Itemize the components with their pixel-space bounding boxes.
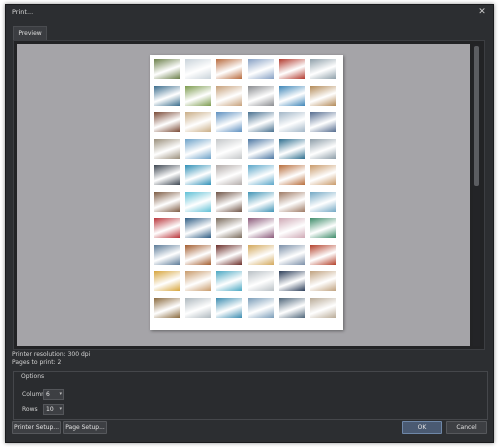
- printer-resolution-text: Printer resolution: 300 dpi: [12, 351, 91, 358]
- photo-thumbnail: [185, 59, 212, 79]
- print-dialog: Print... ✕ Preview Printer resolution: 3…: [5, 4, 494, 443]
- photo-thumbnail: [154, 138, 180, 159]
- photo-thumbnail: [154, 165, 180, 185]
- photo-thumbnail: [247, 218, 274, 238]
- columns-stepper[interactable]: 6 ▾: [43, 389, 64, 400]
- photo-thumbnail: [310, 165, 336, 185]
- photo-thumbnail: [310, 59, 336, 79]
- photo-thumbnail: [154, 271, 180, 291]
- thumbnail-grid: [150, 55, 343, 330]
- photo-thumbnail: [216, 191, 243, 212]
- rows-stepper[interactable]: 10 ▾: [43, 404, 64, 415]
- title-bar[interactable]: Print... ✕: [6, 5, 493, 20]
- photo-thumbnail: [310, 191, 336, 212]
- photo-thumbnail: [216, 138, 243, 159]
- photo-thumbnail: [216, 85, 243, 106]
- photo-thumbnail: [247, 244, 274, 265]
- photo-thumbnail: [154, 297, 180, 318]
- photo-thumbnail: [278, 271, 305, 291]
- photo-thumbnail: [310, 85, 336, 106]
- photo-thumbnail: [310, 138, 336, 159]
- photo-thumbnail: [185, 244, 212, 265]
- rows-value: 10: [46, 406, 54, 413]
- options-group: Options Columns 6 ▾ Rows 10 ▾: [13, 371, 488, 420]
- photo-thumbnail: [247, 59, 274, 79]
- rows-label: Rows: [22, 406, 38, 413]
- photo-thumbnail: [216, 59, 243, 79]
- photo-thumbnail: [185, 297, 212, 318]
- photo-thumbnail: [278, 218, 305, 238]
- photo-thumbnail: [247, 271, 274, 291]
- photo-thumbnail: [216, 244, 243, 265]
- photo-thumbnail: [278, 59, 305, 79]
- photo-thumbnail: [154, 218, 180, 238]
- columns-value: 6: [46, 391, 50, 398]
- chevron-down-icon[interactable]: ▾: [59, 390, 62, 399]
- photo-thumbnail: [278, 85, 305, 106]
- preview-panel: [13, 40, 485, 350]
- photo-thumbnail: [310, 112, 336, 132]
- photo-thumbnail: [185, 138, 212, 159]
- photo-thumbnail: [185, 218, 212, 238]
- print-page-preview: [150, 55, 343, 330]
- photo-thumbnail: [185, 191, 212, 212]
- vertical-scrollbar[interactable]: [473, 44, 480, 346]
- photo-thumbnail: [216, 165, 243, 185]
- photo-thumbnail: [216, 218, 243, 238]
- photo-thumbnail: [154, 191, 180, 212]
- photo-thumbnail: [154, 244, 180, 265]
- photo-thumbnail: [278, 297, 305, 318]
- photo-thumbnail: [278, 165, 305, 185]
- photo-thumbnail: [247, 297, 274, 318]
- photo-thumbnail: [310, 244, 336, 265]
- photo-thumbnail: [278, 191, 305, 212]
- photo-thumbnail: [310, 271, 336, 291]
- window-title: Print...: [12, 8, 34, 16]
- close-icon[interactable]: ✕: [476, 6, 488, 18]
- photo-thumbnail: [247, 85, 274, 106]
- printer-setup-button[interactable]: Printer Setup...: [12, 421, 61, 434]
- photo-thumbnail: [247, 191, 274, 212]
- page-setup-button[interactable]: Page Setup...: [63, 421, 107, 434]
- photo-thumbnail: [216, 297, 243, 318]
- cancel-button[interactable]: Cancel: [446, 421, 487, 434]
- photo-thumbnail: [216, 112, 243, 132]
- photo-thumbnail: [278, 244, 305, 265]
- photo-thumbnail: [247, 165, 274, 185]
- photo-thumbnail: [185, 165, 212, 185]
- options-title: Options: [21, 373, 45, 380]
- photo-thumbnail: [247, 112, 274, 132]
- preview-area: [17, 44, 470, 346]
- tab-preview[interactable]: Preview: [13, 26, 47, 40]
- photo-thumbnail: [185, 271, 212, 291]
- photo-thumbnail: [278, 112, 305, 132]
- photo-thumbnail: [154, 85, 180, 106]
- ok-button[interactable]: OK: [402, 421, 442, 434]
- photo-thumbnail: [154, 112, 180, 132]
- scrollbar-thumb[interactable]: [474, 46, 479, 186]
- photo-thumbnail: [216, 271, 243, 291]
- chevron-down-icon[interactable]: ▾: [59, 405, 62, 414]
- photo-thumbnail: [185, 112, 212, 132]
- pages-to-print-text: Pages to print: 2: [12, 359, 62, 366]
- photo-thumbnail: [185, 85, 212, 106]
- photo-thumbnail: [154, 59, 180, 79]
- photo-thumbnail: [310, 297, 336, 318]
- photo-thumbnail: [310, 218, 336, 238]
- photo-thumbnail: [247, 138, 274, 159]
- photo-thumbnail: [278, 138, 305, 159]
